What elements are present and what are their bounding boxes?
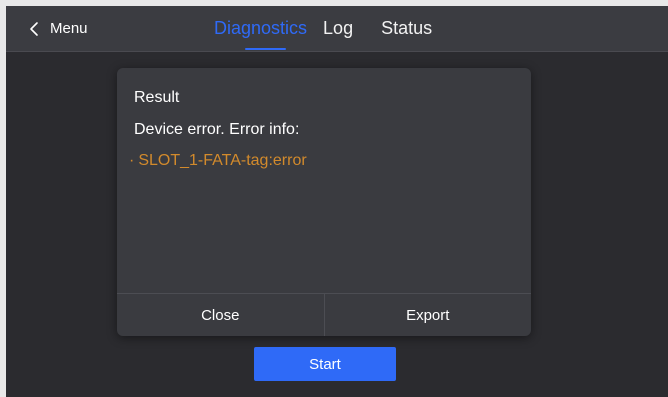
error-item: · SLOT_1-FATA-tag:error xyxy=(129,152,307,170)
dialog-button-row: Close Export xyxy=(117,293,531,336)
tab-bar: Diagnostics Log Status xyxy=(214,6,448,51)
tab-status-label: Status xyxy=(381,18,433,38)
tab-diagnostics[interactable]: Diagnostics xyxy=(214,18,308,50)
device-screen: Menu Diagnostics Log Status Result Devic… xyxy=(6,6,668,397)
start-button[interactable]: Start xyxy=(254,347,396,381)
dialog-title: Result xyxy=(134,89,180,106)
export-button[interactable]: Export xyxy=(323,294,532,336)
error-bullet: · xyxy=(129,152,135,169)
back-to-menu-button[interactable]: Menu xyxy=(26,6,88,51)
tab-log[interactable]: Log xyxy=(323,18,353,39)
tab-status[interactable]: Status xyxy=(381,18,432,39)
tab-diagnostics-label: Diagnostics xyxy=(214,18,308,38)
close-button[interactable]: Close xyxy=(117,294,324,336)
error-text: SLOT_1-FATA-tag:error xyxy=(138,152,307,169)
dialog-message: Device error. Error info: xyxy=(134,121,300,138)
active-tab-indicator xyxy=(245,48,286,50)
top-nav-bar: Menu Diagnostics Log Status xyxy=(6,6,668,52)
back-label: Menu xyxy=(50,20,88,37)
tab-log-label: Log xyxy=(323,18,354,38)
chevron-left-icon xyxy=(30,21,38,36)
result-dialog: Result Device error. Error info: · SLOT_1… xyxy=(117,68,531,336)
